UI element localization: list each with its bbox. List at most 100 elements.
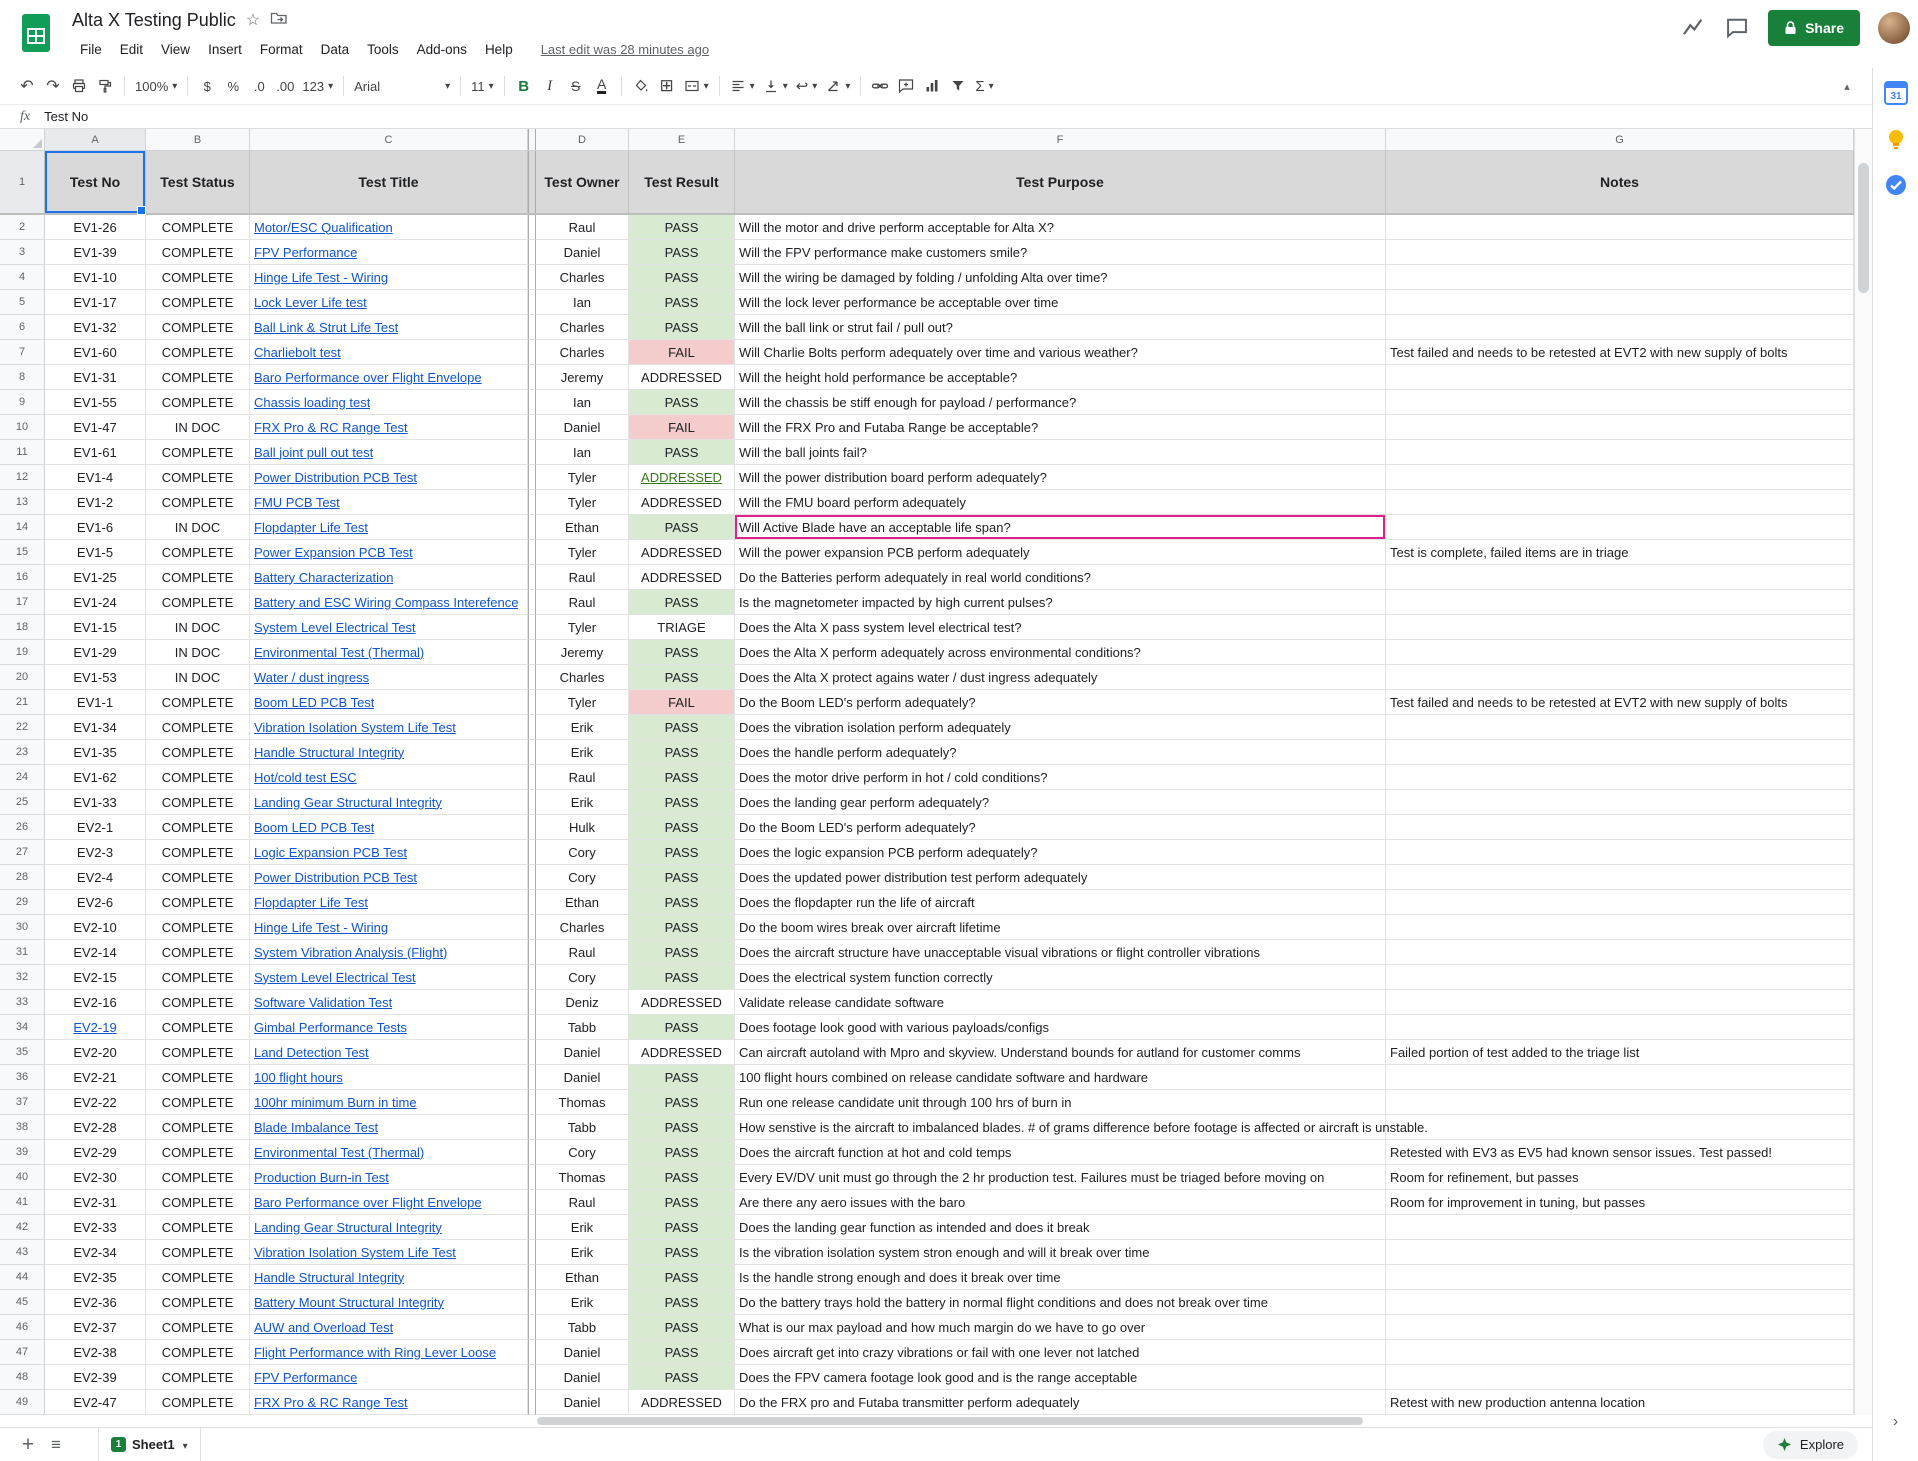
cell-test-purpose[interactable]: Does the handle perform adequately? <box>735 740 1386 765</box>
move-folder-icon[interactable] <box>270 10 288 31</box>
row-header[interactable]: 14 <box>0 515 45 540</box>
cell-test-status[interactable]: COMPLETE <box>146 765 250 790</box>
cell-test-owner[interactable]: Ethan <box>536 515 629 540</box>
test-title-link[interactable]: FRX Pro & RC Range Test <box>254 420 408 435</box>
cell-notes[interactable] <box>1386 1115 1854 1140</box>
cell-test-no[interactable]: EV1-6 <box>45 515 146 540</box>
row-header[interactable]: 16 <box>0 565 45 590</box>
cell-test-result[interactable]: PASS <box>629 1190 735 1215</box>
cell-test-status[interactable]: COMPLETE <box>146 840 250 865</box>
cell-test-status[interactable]: COMPLETE <box>146 1140 250 1165</box>
cell-notes[interactable] <box>1386 565 1854 590</box>
cell-test-owner[interactable]: Jeremy <box>536 365 629 390</box>
row-header[interactable]: 8 <box>0 365 45 390</box>
cell-test-title[interactable]: Battery Characterization <box>250 565 528 590</box>
comment-history-icon[interactable] <box>1724 15 1750 41</box>
paint-format-button[interactable] <box>92 73 118 99</box>
cell-notes[interactable] <box>1386 715 1854 740</box>
cell-test-result[interactable]: ADDRESSED <box>629 365 735 390</box>
row-header[interactable]: 48 <box>0 1365 45 1390</box>
test-title-link[interactable]: Battery Mount Structural Integrity <box>254 1295 444 1310</box>
font-size-select[interactable]: 11 <box>467 73 498 99</box>
cell-notes[interactable] <box>1386 865 1854 890</box>
cell-test-status[interactable]: COMPLETE <box>146 565 250 590</box>
cell-f1[interactable]: Test Purpose <box>735 151 1386 213</box>
cell-test-status[interactable]: COMPLETE <box>146 490 250 515</box>
test-title-link[interactable]: Production Burn-in Test <box>254 1170 389 1185</box>
cell-notes[interactable] <box>1386 615 1854 640</box>
cell-test-purpose[interactable]: Does aircraft get into crazy vibrations … <box>735 1340 1386 1365</box>
cell-test-owner[interactable]: Ian <box>536 390 629 415</box>
cell-test-purpose[interactable]: Does the Alta X pass system level electr… <box>735 615 1386 640</box>
test-title-link[interactable]: Power Distribution PCB Test <box>254 870 417 885</box>
test-title-link[interactable]: Battery and ESC Wiring Compass Interefen… <box>254 595 518 610</box>
cell-test-owner[interactable]: Daniel <box>536 415 629 440</box>
insert-chart-button[interactable] <box>919 73 945 99</box>
cell-test-result[interactable]: PASS <box>629 840 735 865</box>
cell-test-status[interactable]: COMPLETE <box>146 1190 250 1215</box>
test-title-link[interactable]: Baro Performance over Flight Envelope <box>254 370 482 385</box>
cell-test-purpose[interactable]: Is the magnetometer impacted by high cur… <box>735 590 1386 615</box>
cell-test-no[interactable]: EV2-15 <box>45 965 146 990</box>
cell-notes[interactable] <box>1386 1090 1854 1115</box>
cell-test-title[interactable]: Baro Performance over Flight Envelope <box>250 1190 528 1215</box>
row-header[interactable]: 10 <box>0 415 45 440</box>
cell-notes[interactable] <box>1386 240 1854 265</box>
test-title-link[interactable]: Flight Performance with Ring Lever Loose <box>254 1345 496 1360</box>
cell-test-title[interactable]: Power Expansion PCB Test <box>250 540 528 565</box>
cell-test-status[interactable]: COMPLETE <box>146 965 250 990</box>
cell-test-result[interactable]: PASS <box>629 1140 735 1165</box>
row-header[interactable]: 21 <box>0 690 45 715</box>
cell-test-title[interactable]: FRX Pro & RC Range Test <box>250 1390 528 1415</box>
cell-notes[interactable] <box>1386 815 1854 840</box>
cell-test-purpose[interactable]: Is the handle strong enough and does it … <box>735 1265 1386 1290</box>
cell-test-result[interactable]: PASS <box>629 815 735 840</box>
row-header[interactable]: 11 <box>0 440 45 465</box>
cell-test-result[interactable]: PASS <box>629 940 735 965</box>
cell-notes[interactable] <box>1386 765 1854 790</box>
cell-test-result[interactable]: FAIL <box>629 340 735 365</box>
cell-test-result[interactable]: ADDRESSED <box>629 490 735 515</box>
cell-test-status[interactable]: COMPLETE <box>146 715 250 740</box>
test-title-link[interactable]: Lock Lever Life test <box>254 295 367 310</box>
row-header[interactable]: 38 <box>0 1115 45 1140</box>
cell-notes[interactable] <box>1386 740 1854 765</box>
row-header[interactable]: 18 <box>0 615 45 640</box>
test-title-link[interactable]: Vibration Isolation System Life Test <box>254 1245 456 1260</box>
cell-test-owner[interactable]: Erik <box>536 715 629 740</box>
cell-a1-selected[interactable]: Test No <box>45 151 146 213</box>
cell-test-no[interactable]: EV1-61 <box>45 440 146 465</box>
cell-test-status[interactable]: IN DOC <box>146 615 250 640</box>
cell-test-owner[interactable]: Raul <box>536 590 629 615</box>
cell-test-owner[interactable]: Charles <box>536 915 629 940</box>
cell-test-result[interactable]: PASS <box>629 965 735 990</box>
test-title-link[interactable]: Gimbal Performance Tests <box>254 1020 407 1035</box>
cell-test-owner[interactable]: Tabb <box>536 1115 629 1140</box>
cell-test-purpose[interactable]: Is the vibration isolation system stron … <box>735 1240 1386 1265</box>
cell-test-owner[interactable]: Raul <box>536 565 629 590</box>
collapse-toolbar-button[interactable] <box>1834 73 1860 99</box>
cell-test-purpose[interactable]: How senstive is the aircraft to imbalanc… <box>735 1115 1386 1140</box>
row-header[interactable]: 31 <box>0 940 45 965</box>
last-edit-link[interactable]: Last edit was 28 minutes ago <box>541 42 709 57</box>
cell-test-no[interactable]: EV2-21 <box>45 1065 146 1090</box>
cell-test-title[interactable]: Power Distribution PCB Test <box>250 465 528 490</box>
cell-test-purpose[interactable]: What is our max payload and how much mar… <box>735 1315 1386 1340</box>
cell-test-title[interactable]: FRX Pro & RC Range Test <box>250 415 528 440</box>
cell-test-result[interactable]: PASS <box>629 715 735 740</box>
row-header[interactable]: 12 <box>0 465 45 490</box>
row-header[interactable]: 17 <box>0 590 45 615</box>
cell-test-owner[interactable]: Daniel <box>536 1040 629 1065</box>
cell-notes[interactable] <box>1386 1340 1854 1365</box>
cell-test-no[interactable]: EV1-53 <box>45 665 146 690</box>
cell-test-title[interactable]: Gimbal Performance Tests <box>250 1015 528 1040</box>
cell-test-owner[interactable]: Tyler <box>536 490 629 515</box>
cell-notes[interactable] <box>1386 440 1854 465</box>
row-header[interactable]: 23 <box>0 740 45 765</box>
cell-test-no[interactable]: EV1-39 <box>45 240 146 265</box>
font-select[interactable]: Arial <box>350 73 454 99</box>
cell-test-status[interactable]: IN DOC <box>146 665 250 690</box>
cell-test-status[interactable]: COMPLETE <box>146 1215 250 1240</box>
cell-test-purpose[interactable]: Will the lock lever performance be accep… <box>735 290 1386 315</box>
cell-test-purpose[interactable]: Will the motor and drive perform accepta… <box>735 215 1386 240</box>
